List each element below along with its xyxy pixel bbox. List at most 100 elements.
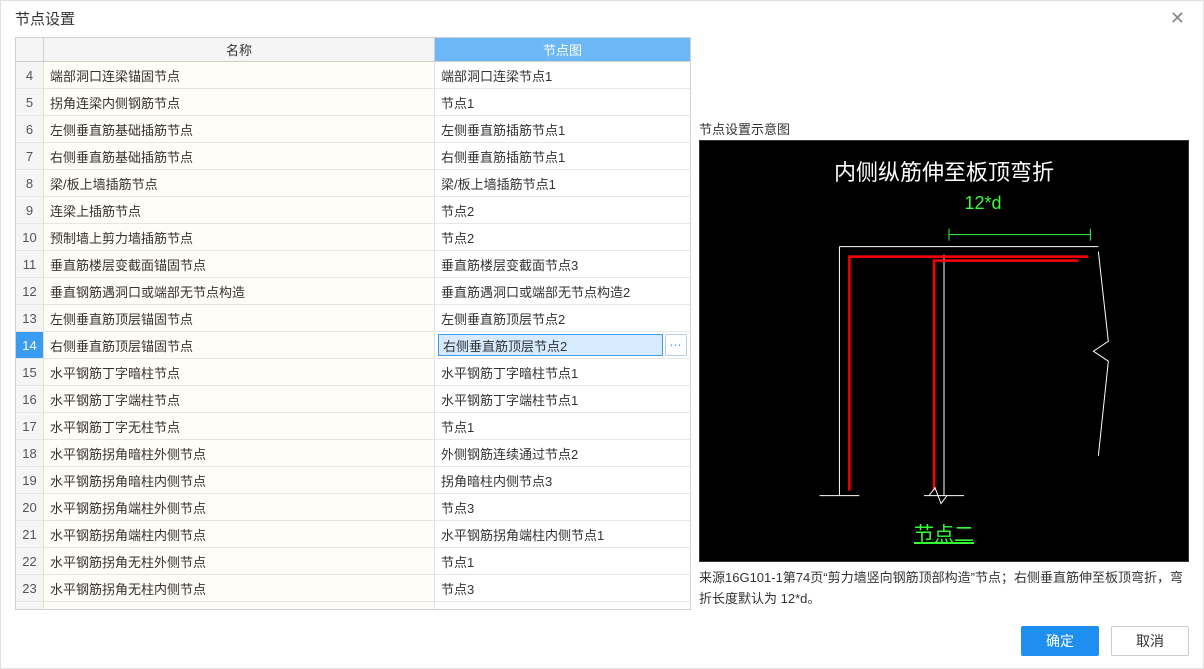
row-name[interactable]: 左侧垂直筋顶层锚固节点 <box>44 305 435 331</box>
row-node[interactable]: 左侧垂直筋插筋节点1 <box>435 116 690 142</box>
node-browse-button[interactable]: ⋯ <box>665 334 687 356</box>
col-header-node[interactable]: 节点图 <box>435 38 690 61</box>
node-table: 名称 节点图 4端部洞口连梁锚固节点端部洞口连梁节点15拐角连梁内侧钢筋节点节点… <box>15 37 691 610</box>
row-number: 16 <box>16 386 44 412</box>
row-node[interactable]: 节点3 <box>435 575 690 601</box>
table-row[interactable]: 23水平钢筋拐角无柱内侧节点节点3 <box>16 575 690 602</box>
titlebar: 节点设置 ✕ <box>1 1 1203 37</box>
row-node[interactable]: 节点1 <box>435 413 690 439</box>
node-edit-input[interactable]: 右侧垂直筋顶层节点2 <box>438 334 663 356</box>
table-row[interactable]: 11垂直筋楼层变截面锚固节点垂直筋楼层变截面节点3 <box>16 251 690 278</box>
row-name[interactable]: 水平钢筋端部暗柱节点 <box>44 602 435 609</box>
row-name[interactable]: 连梁上插筋节点 <box>44 197 435 223</box>
row-node[interactable]: 左侧垂直筋顶层节点2 <box>435 305 690 331</box>
row-name[interactable]: 拐角连梁内侧钢筋节点 <box>44 89 435 115</box>
table-body[interactable]: 4端部洞口连梁锚固节点端部洞口连梁节点15拐角连梁内侧钢筋节点节点16左侧垂直筋… <box>16 62 690 609</box>
row-name[interactable]: 水平钢筋丁字暗柱节点 <box>44 359 435 385</box>
row-name[interactable]: 水平钢筋拐角端柱外侧节点 <box>44 494 435 520</box>
row-number: 18 <box>16 440 44 466</box>
col-header-num <box>16 38 44 61</box>
preview-canvas: 内侧纵筋伸至板顶弯折 12*d 节点二 <box>699 140 1189 562</box>
table-row[interactable]: 20水平钢筋拐角端柱外侧节点节点3 <box>16 494 690 521</box>
table-row[interactable]: 12垂直钢筋遇洞口或端部无节点构造垂直筋遇洞口或端部无节点构造2 <box>16 278 690 305</box>
row-node[interactable]: 水平钢筋拐角端柱内侧节点1 <box>435 521 690 547</box>
table-row[interactable]: 7右侧垂直筋基础插筋节点右侧垂直筋插筋节点1 <box>16 143 690 170</box>
table-row[interactable]: 15水平钢筋丁字暗柱节点水平钢筋丁字暗柱节点1 <box>16 359 690 386</box>
preview-svg <box>700 141 1188 561</box>
row-node[interactable]: 右侧垂直筋插筋节点1 <box>435 143 690 169</box>
table-row[interactable]: 22水平钢筋拐角无柱外侧节点节点1 <box>16 548 690 575</box>
row-name[interactable]: 水平钢筋拐角无柱内侧节点 <box>44 575 435 601</box>
row-node[interactable]: 节点2 <box>435 197 690 223</box>
col-header-name[interactable]: 名称 <box>44 38 435 61</box>
row-number: 23 <box>16 575 44 601</box>
row-name[interactable]: 右侧垂直筋基础插筋节点 <box>44 143 435 169</box>
row-number: 17 <box>16 413 44 439</box>
dialog-body: 名称 节点图 4端部洞口连梁锚固节点端部洞口连梁节点15拐角连梁内侧钢筋节点节点… <box>1 37 1203 618</box>
row-name[interactable]: 水平钢筋拐角无柱外侧节点 <box>44 548 435 574</box>
table-row[interactable]: 24水平钢筋端部暗柱节点水平钢筋端部暗柱节点1 <box>16 602 690 609</box>
dialog-footer: 确定 取消 <box>1 618 1203 668</box>
row-node[interactable]: 梁/板上墙插筋节点1 <box>435 170 690 196</box>
table-row[interactable]: 18水平钢筋拐角暗柱外侧节点外侧钢筋连续通过节点2 <box>16 440 690 467</box>
row-name[interactable]: 垂直钢筋遇洞口或端部无节点构造 <box>44 278 435 304</box>
row-name[interactable]: 水平钢筋拐角端柱内侧节点 <box>44 521 435 547</box>
row-number: 19 <box>16 467 44 493</box>
row-name[interactable]: 左侧垂直筋基础插筋节点 <box>44 116 435 142</box>
row-node[interactable]: 右侧垂直筋顶层节点2⋯ <box>435 332 690 358</box>
row-node[interactable]: 水平钢筋丁字端柱节点1 <box>435 386 690 412</box>
row-number: 21 <box>16 521 44 547</box>
table-row[interactable]: 19水平钢筋拐角暗柱内侧节点拐角暗柱内侧节点3 <box>16 467 690 494</box>
row-number: 12 <box>16 278 44 304</box>
table-row[interactable]: 21水平钢筋拐角端柱内侧节点水平钢筋拐角端柱内侧节点1 <box>16 521 690 548</box>
table-row[interactable]: 5拐角连梁内侧钢筋节点节点1 <box>16 89 690 116</box>
row-node[interactable]: 拐角暗柱内侧节点3 <box>435 467 690 493</box>
row-node[interactable]: 节点1 <box>435 548 690 574</box>
dialog-title: 节点设置 <box>15 8 75 29</box>
row-name[interactable]: 水平钢筋拐角暗柱内侧节点 <box>44 467 435 493</box>
row-name[interactable]: 水平钢筋拐角暗柱外侧节点 <box>44 440 435 466</box>
table-row[interactable]: 6左侧垂直筋基础插筋节点左侧垂直筋插筋节点1 <box>16 116 690 143</box>
preview-node-label: 节点二 <box>914 518 974 547</box>
row-name[interactable]: 右侧垂直筋顶层锚固节点 <box>44 332 435 358</box>
preview-dimension: 12*d <box>965 193 1002 214</box>
node-settings-dialog: 节点设置 ✕ 名称 节点图 4端部洞口连梁锚固节点端部洞口连梁节点15拐角连梁内… <box>0 0 1204 669</box>
row-number: 24 <box>16 602 44 609</box>
row-number: 11 <box>16 251 44 277</box>
row-node[interactable]: 外侧钢筋连续通过节点2 <box>435 440 690 466</box>
row-number: 20 <box>16 494 44 520</box>
row-number: 7 <box>16 143 44 169</box>
row-node[interactable]: 节点3 <box>435 494 690 520</box>
row-number: 13 <box>16 305 44 331</box>
row-node[interactable]: 水平钢筋端部暗柱节点1 <box>435 602 690 609</box>
row-node[interactable]: 垂直筋楼层变截面节点3 <box>435 251 690 277</box>
row-node[interactable]: 节点2 <box>435 224 690 250</box>
table-row[interactable]: 16水平钢筋丁字端柱节点水平钢筋丁字端柱节点1 <box>16 386 690 413</box>
row-name[interactable]: 水平钢筋丁字无柱节点 <box>44 413 435 439</box>
row-node[interactable]: 垂直筋遇洞口或端部无节点构造2 <box>435 278 690 304</box>
table-row[interactable]: 17水平钢筋丁字无柱节点节点1 <box>16 413 690 440</box>
row-node[interactable]: 节点1 <box>435 89 690 115</box>
row-number: 6 <box>16 116 44 142</box>
ok-button[interactable]: 确定 <box>1021 626 1099 656</box>
row-name[interactable]: 水平钢筋丁字端柱节点 <box>44 386 435 412</box>
row-name[interactable]: 垂直筋楼层变截面锚固节点 <box>44 251 435 277</box>
cancel-button[interactable]: 取消 <box>1111 626 1189 656</box>
table-row[interactable]: 10预制墙上剪力墙插筋节点节点2 <box>16 224 690 251</box>
preview-panel: 节点设置示意图 <box>699 37 1189 610</box>
row-number: 5 <box>16 89 44 115</box>
table-row[interactable]: 4端部洞口连梁锚固节点端部洞口连梁节点1 <box>16 62 690 89</box>
row-name[interactable]: 梁/板上墙插筋节点 <box>44 170 435 196</box>
row-number: 15 <box>16 359 44 385</box>
row-name[interactable]: 预制墙上剪力墙插筋节点 <box>44 224 435 250</box>
preview-spacer <box>699 37 1189 117</box>
table-row[interactable]: 14右侧垂直筋顶层锚固节点右侧垂直筋顶层节点2⋯ <box>16 332 690 359</box>
row-number: 4 <box>16 62 44 88</box>
table-row[interactable]: 9连梁上插筋节点节点2 <box>16 197 690 224</box>
table-row[interactable]: 8梁/板上墙插筋节点梁/板上墙插筋节点1 <box>16 170 690 197</box>
row-name[interactable]: 端部洞口连梁锚固节点 <box>44 62 435 88</box>
table-row[interactable]: 13左侧垂直筋顶层锚固节点左侧垂直筋顶层节点2 <box>16 305 690 332</box>
row-node[interactable]: 水平钢筋丁字暗柱节点1 <box>435 359 690 385</box>
close-icon[interactable]: ✕ <box>1164 5 1191 31</box>
row-node[interactable]: 端部洞口连梁节点1 <box>435 62 690 88</box>
